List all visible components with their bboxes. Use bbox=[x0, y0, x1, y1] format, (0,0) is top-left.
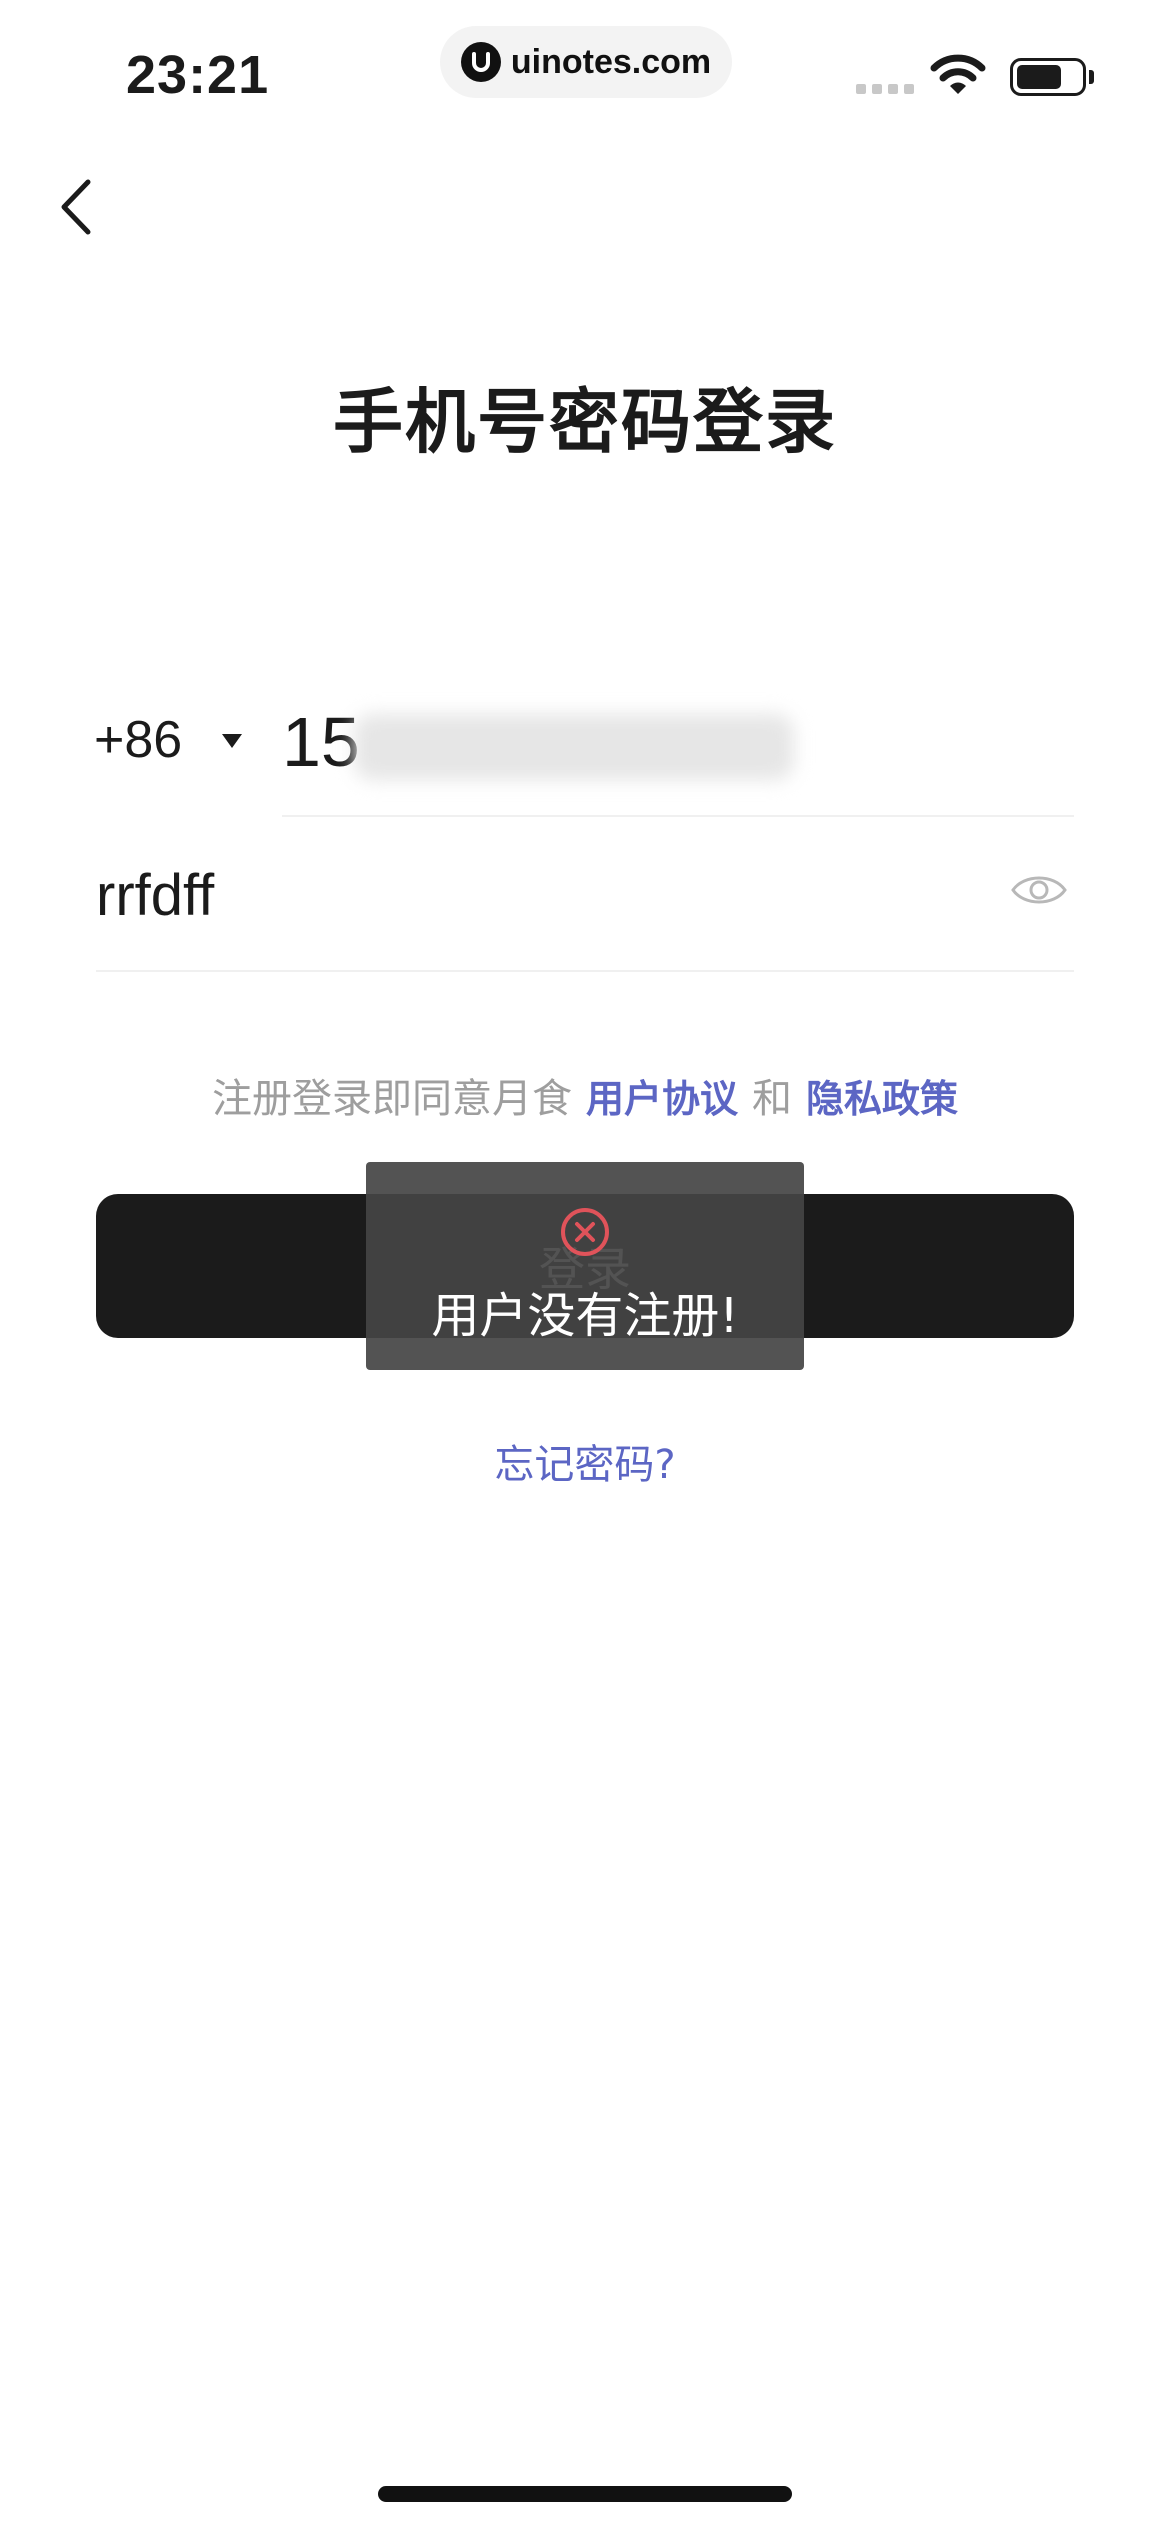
eye-icon[interactable] bbox=[1010, 870, 1068, 910]
battery-icon bbox=[1010, 58, 1086, 96]
cellular-signal-icon bbox=[856, 84, 914, 94]
back-arrow-icon[interactable] bbox=[52, 176, 102, 238]
wifi-icon bbox=[930, 52, 986, 100]
phone-input[interactable]: 15 bbox=[282, 702, 360, 782]
agreement-and: 和 bbox=[752, 1076, 792, 1122]
phone-number-redacted bbox=[354, 714, 794, 780]
country-code-selector[interactable]: +86 bbox=[94, 710, 182, 770]
agreement-prefix: 注册登录即同意月食 bbox=[211, 1076, 572, 1122]
phone-divider bbox=[282, 815, 1074, 817]
battery-tip bbox=[1089, 70, 1094, 84]
uinotes-logo-icon bbox=[460, 42, 501, 82]
privacy-policy-link[interactable]: 隐私政策 bbox=[806, 1077, 958, 1121]
url-pill[interactable]: uinotes.com bbox=[440, 26, 732, 98]
status-time: 23:21 bbox=[126, 45, 270, 105]
error-toast: 用户没有注册! bbox=[366, 1162, 804, 1370]
password-divider bbox=[96, 970, 1074, 972]
toast-message: 用户没有注册! bbox=[431, 1288, 739, 1344]
caret-down-icon[interactable] bbox=[222, 734, 242, 748]
password-input[interactable]: rrfdff bbox=[96, 862, 214, 929]
url-text: uinotes.com bbox=[510, 42, 712, 81]
agreement-text: 注册登录即同意月食 用户协议和隐私政策 bbox=[0, 1066, 1170, 1124]
home-indicator[interactable] bbox=[378, 2486, 792, 2502]
page-title: 手机号密码登录 bbox=[333, 381, 837, 463]
user-agreement-link[interactable]: 用户协议 bbox=[586, 1077, 738, 1121]
forgot-password-link[interactable]: 忘记密码? bbox=[0, 1432, 1170, 1490]
close-circle-icon bbox=[559, 1206, 611, 1258]
